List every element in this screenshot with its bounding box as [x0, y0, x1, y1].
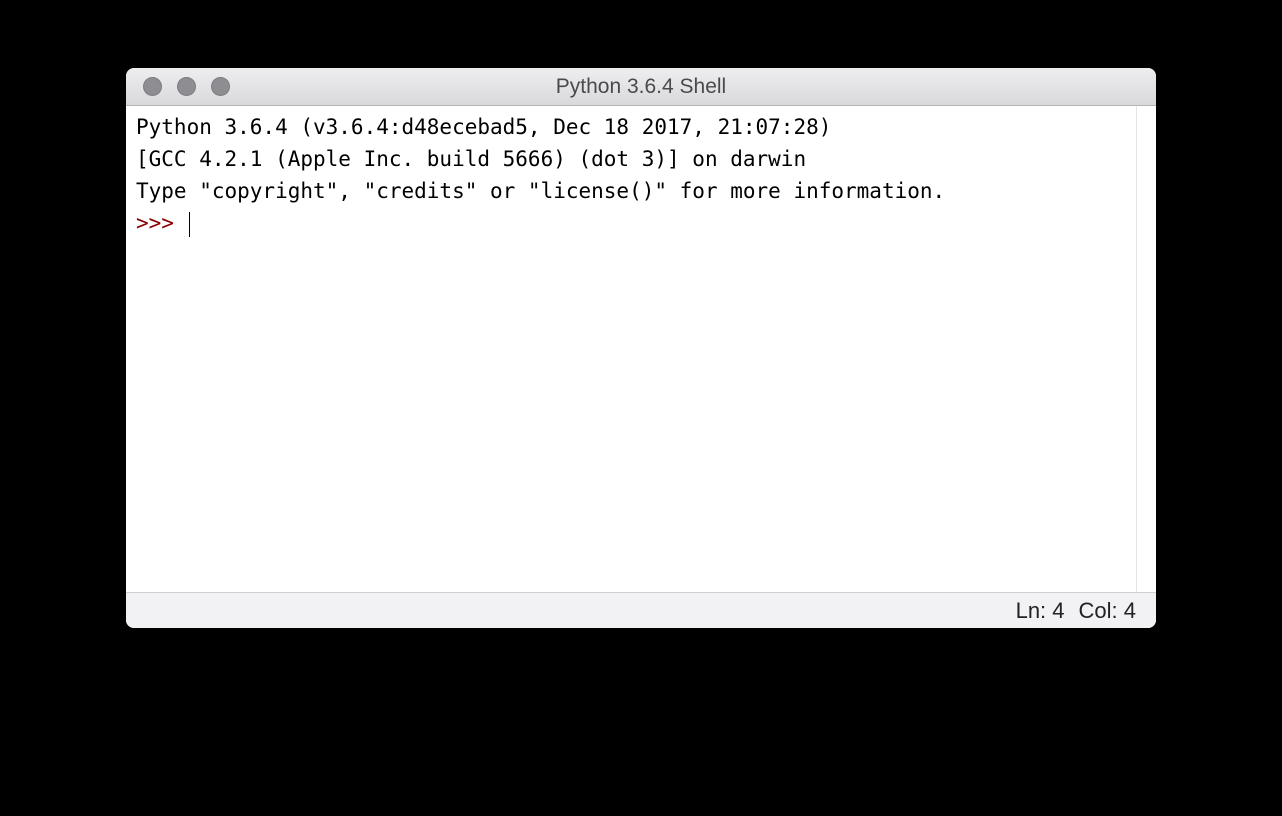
prompt: >>> [136, 211, 187, 235]
content-area: Python 3.6.4 (v3.6.4:d48ecebad5, Dec 18 … [126, 106, 1156, 592]
banner-line-1: Python 3.6.4 (v3.6.4:d48ecebad5, Dec 18 … [136, 115, 844, 139]
text-cursor-icon [189, 212, 191, 237]
line-indicator: Ln: 4 [1016, 598, 1065, 624]
minimize-icon[interactable] [177, 77, 196, 96]
titlebar[interactable]: Python 3.6.4 Shell [126, 68, 1156, 106]
maximize-icon[interactable] [211, 77, 230, 96]
close-icon[interactable] [143, 77, 162, 96]
statusbar: Ln: 4 Col: 4 [126, 592, 1156, 628]
vertical-scrollbar[interactable] [1136, 106, 1156, 592]
shell-text-area[interactable]: Python 3.6.4 (v3.6.4:d48ecebad5, Dec 18 … [126, 106, 1136, 592]
traffic-lights [126, 77, 230, 96]
banner-line-3: Type "copyright", "credits" or "license(… [136, 179, 945, 203]
window-title: Python 3.6.4 Shell [126, 75, 1156, 99]
column-indicator: Col: 4 [1079, 598, 1136, 624]
banner-line-2: [GCC 4.2.1 (Apple Inc. build 5666) (dot … [136, 147, 806, 171]
idle-shell-window: Python 3.6.4 Shell Python 3.6.4 (v3.6.4:… [126, 68, 1156, 628]
